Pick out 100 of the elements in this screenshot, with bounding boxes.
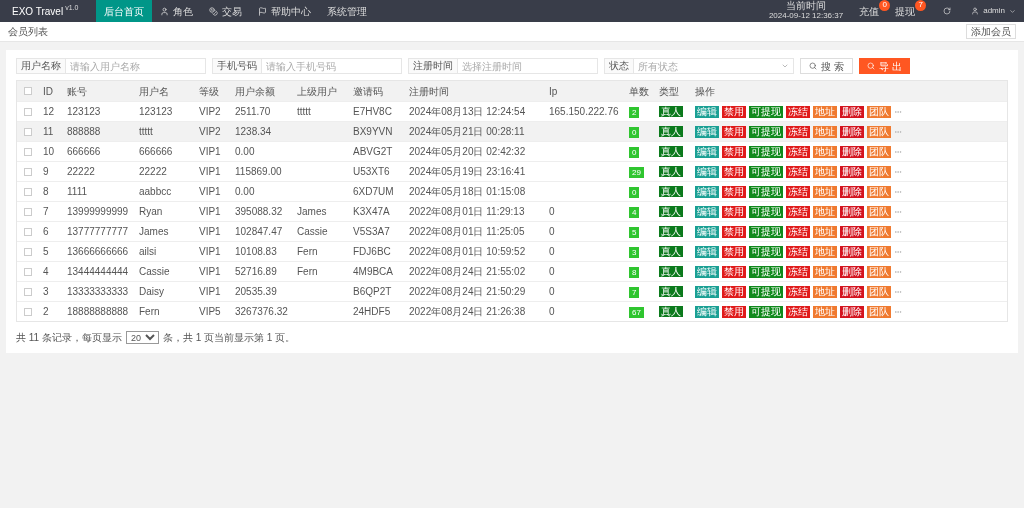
action-button[interactable]: 删除 <box>840 265 864 278</box>
status-select[interactable]: 状态 所有状态 <box>604 58 794 74</box>
checkbox[interactable] <box>24 207 32 216</box>
nav-tab[interactable]: 交易 <box>201 0 250 22</box>
action-button[interactable]: 地址 <box>813 225 837 238</box>
action-button[interactable]: 冻结 <box>786 225 810 238</box>
refresh-icon[interactable] <box>943 7 952 15</box>
table-row[interactable]: 6 13777777777 James VIP1 102847.47 Cassie V5S3A7 2022年08月01日 11:25:05 0 5 真人 编辑 禁用 可提现 冻结 地址 删除 团队 <box>17 221 1007 241</box>
action-button[interactable]: 禁用 <box>722 305 746 318</box>
action-button[interactable]: 删除 <box>840 185 864 198</box>
checkbox[interactable] <box>24 307 32 316</box>
nav-tab[interactable]: 帮助中心 <box>250 0 319 22</box>
action-button[interactable]: 地址 <box>813 185 837 198</box>
action-button[interactable]: 删除 <box>840 125 864 138</box>
action-button[interactable]: 编辑 <box>695 285 719 298</box>
alert-link[interactable]: 提现 <box>895 3 916 19</box>
action-button[interactable]: 冻结 <box>786 185 810 198</box>
action-button[interactable]: 编辑 <box>695 225 719 238</box>
user-menu[interactable]: admin <box>963 5 1024 17</box>
action-button[interactable]: 可提现 <box>749 165 783 178</box>
action-button[interactable]: 地址 <box>813 145 837 158</box>
action-button[interactable]: 可提现 <box>749 265 783 278</box>
action-button[interactable]: 编辑 <box>695 265 719 278</box>
action-button[interactable]: 禁用 <box>722 225 746 238</box>
action-button[interactable]: 团队 <box>867 105 891 118</box>
action-button[interactable]: 禁用 <box>722 245 746 258</box>
action-button[interactable]: 团队 <box>867 145 891 158</box>
table-row[interactable]: 2 18888888888 Fern VIP5 3267376.32 24HDF5 2022年08月24日 21:26:38 0 67 真人 编辑 禁用 可提现 冻结 地址 删除 团队 <box>17 301 1007 321</box>
page-size-select[interactable]: 20 <box>125 331 159 344</box>
filter-field[interactable]: 注册时间 选择注册时间 <box>408 58 598 74</box>
action-button[interactable]: 团队 <box>867 165 891 178</box>
action-button[interactable]: 编辑 <box>695 105 719 118</box>
table-row[interactable]: 4 13444444444 Cassie VIP1 52716.89 Fern 4M9BCA 2022年08月24日 21:55:02 0 8 真人 编辑 禁用 可提现 冻结 地址 删除 团队 <box>17 261 1007 281</box>
action-button[interactable]: 删除 <box>840 225 864 238</box>
action-button[interactable]: 禁用 <box>722 105 746 118</box>
checkbox[interactable] <box>24 147 32 156</box>
action-button[interactable]: 团队 <box>867 205 891 218</box>
table-row[interactable]: 7 13999999999 Ryan VIP1 395088.32 James K3X47A 2022年08月01日 11:29:13 0 4 真人 编辑 禁用 可提现 冻结 地址 删除 团队 <box>17 201 1007 221</box>
field-input[interactable]: 请输入用户名称 <box>66 58 205 74</box>
action-button[interactable]: 可提现 <box>749 185 783 198</box>
action-button[interactable]: 地址 <box>813 205 837 218</box>
action-button[interactable]: 可提现 <box>749 225 783 238</box>
action-button[interactable]: 团队 <box>867 245 891 258</box>
action-button[interactable]: 禁用 <box>722 265 746 278</box>
table-row[interactable]: 9 22222 22222 VIP1 115869.00 U53XT6 2024年05月19日 23:16:41 29 真人 编辑 禁用 可提现 冻结 地址 删除 团队 <box>17 161 1007 181</box>
action-button[interactable]: 删除 <box>840 105 864 118</box>
checkbox[interactable] <box>24 167 32 176</box>
checkbox[interactable] <box>24 287 32 296</box>
checkbox[interactable] <box>24 87 32 95</box>
action-button[interactable]: 可提现 <box>749 205 783 218</box>
action-button[interactable]: 可提现 <box>749 145 783 158</box>
action-button[interactable]: 冻结 <box>786 245 810 258</box>
filter-field[interactable]: 用户名称 请输入用户名称 <box>16 58 206 74</box>
nav-tab[interactable]: 系统管理 <box>319 0 375 22</box>
action-button[interactable]: 编辑 <box>695 125 719 138</box>
checkbox[interactable] <box>24 127 32 136</box>
export-button[interactable]: 导 出 <box>858 58 910 74</box>
alert-link[interactable]: 充值 <box>859 3 880 19</box>
action-button[interactable]: 团队 <box>867 185 891 198</box>
action-button[interactable]: 可提现 <box>749 305 783 318</box>
nav-tab[interactable]: 角色 <box>152 0 201 22</box>
action-button[interactable]: 编辑 <box>695 205 719 218</box>
action-button[interactable]: 地址 <box>813 305 837 318</box>
action-button[interactable]: 删除 <box>840 285 864 298</box>
action-button[interactable]: 禁用 <box>722 165 746 178</box>
field-input[interactable]: 所有状态 <box>634 58 781 74</box>
action-button[interactable]: 团队 <box>867 125 891 138</box>
checkbox[interactable] <box>24 107 32 116</box>
action-button[interactable]: 编辑 <box>695 245 719 258</box>
action-button[interactable]: 团队 <box>867 285 891 298</box>
action-button[interactable]: 删除 <box>840 165 864 178</box>
table-row[interactable]: 12 123123 123123 VIP2 2511.70 ttttt E7HV8C 2024年08月13日 12:24:54 165.150.222.76 2 真人 编辑 禁用 可提现 冻结 地址 删除 团队 <box>17 101 1007 121</box>
action-button[interactable]: 地址 <box>813 105 837 118</box>
action-button[interactable]: 禁用 <box>722 205 746 218</box>
action-button[interactable]: 禁用 <box>722 125 746 138</box>
filter-field[interactable]: 手机号码 请输入手机号码 <box>212 58 402 74</box>
action-button[interactable]: 可提现 <box>749 125 783 138</box>
action-button[interactable]: 地址 <box>813 165 837 178</box>
action-button[interactable]: 禁用 <box>722 185 746 198</box>
table-row[interactable]: 5 13666666666 ailsi VIP1 10108.83 Fern FDJ6BC 2022年08月01日 10:59:52 0 3 真人 编辑 禁用 可提现 冻结 地址 删除 团队 <box>17 241 1007 261</box>
nav-tab[interactable]: 后台首页 <box>96 0 152 22</box>
action-button[interactable]: 团队 <box>867 225 891 238</box>
action-button[interactable]: 编辑 <box>695 305 719 318</box>
action-button[interactable]: 冻结 <box>786 145 810 158</box>
action-button[interactable]: 冻结 <box>786 265 810 278</box>
action-button[interactable]: 地址 <box>813 125 837 138</box>
table-row[interactable]: 11 888888 ttttt VIP2 1238.34 BX9YVN 2024年05月21日 00:28:11 0 真人 编辑 禁用 可提现 冻结 地址 删除 团队 <box>17 121 1007 141</box>
action-button[interactable]: 禁用 <box>722 285 746 298</box>
action-button[interactable]: 编辑 <box>695 185 719 198</box>
field-input[interactable]: 请输入手机号码 <box>262 58 401 74</box>
action-button[interactable]: 地址 <box>813 245 837 258</box>
action-button[interactable]: 编辑 <box>695 165 719 178</box>
action-button[interactable]: 团队 <box>867 305 891 318</box>
action-button[interactable]: 地址 <box>813 285 837 298</box>
table-row[interactable]: 3 13333333333 Daisy VIP1 20535.39 B6QP2T 2022年08月24日 21:50:29 0 7 真人 编辑 禁用 可提现 冻结 地址 删除 团队 <box>17 281 1007 301</box>
action-button[interactable]: 可提现 <box>749 285 783 298</box>
action-button[interactable]: 冻结 <box>786 205 810 218</box>
action-button[interactable]: 删除 <box>840 145 864 158</box>
action-button[interactable]: 可提现 <box>749 105 783 118</box>
action-button[interactable]: 冻结 <box>786 105 810 118</box>
